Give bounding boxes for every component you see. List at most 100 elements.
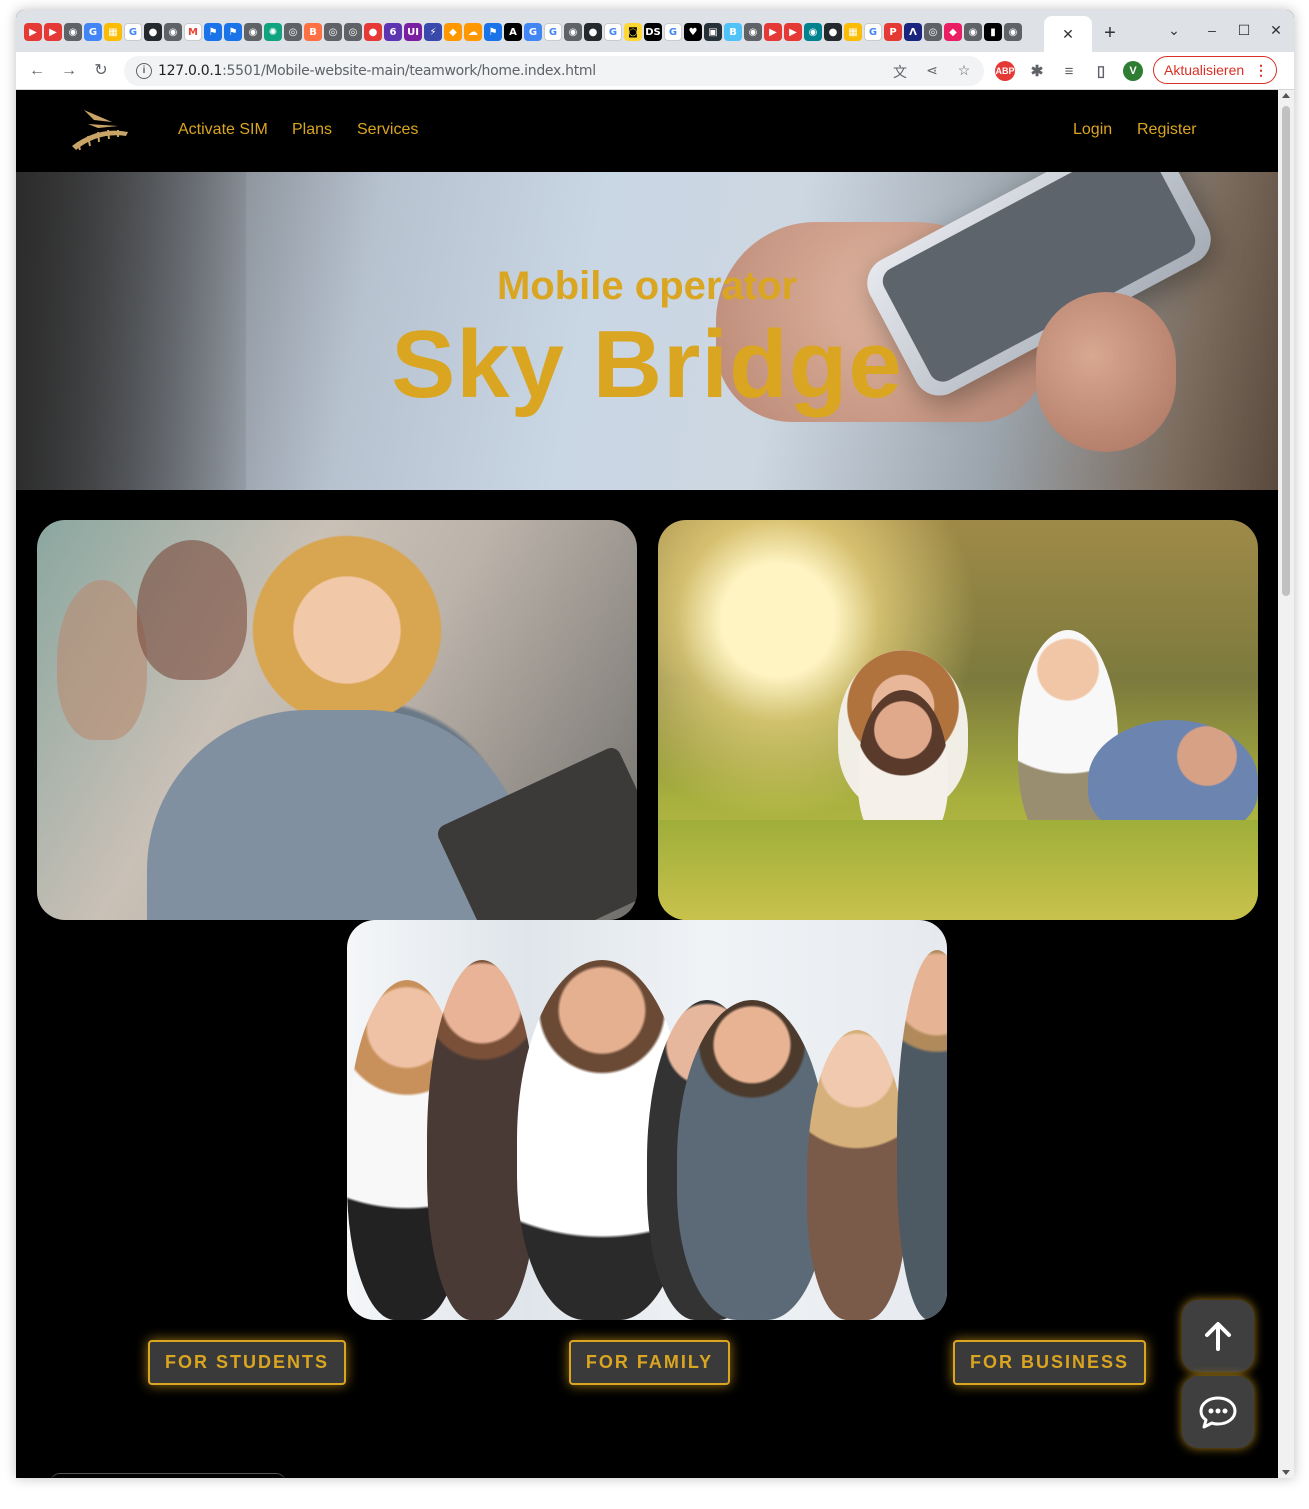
maximize-icon[interactable]: ☐ — [1232, 22, 1256, 39]
ui-icon[interactable]: UI — [404, 23, 422, 41]
tab-strip: ▶ ▶ ◉ G ▦ G ● ◉ M ⚑ ⚑ ◉ ✺ ◎ B ◎ ◎ ● 6 UI… — [16, 10, 1294, 52]
for-students-button[interactable]: FOR STUDENTS — [148, 1340, 346, 1385]
browser-toolbar: ← → ↻ i 127.0.0.1:5501/Mobile-website-ma… — [16, 52, 1294, 90]
site-info-icon[interactable]: i — [136, 63, 152, 79]
globe-icon[interactable]: ◉ — [744, 23, 762, 41]
youtube-icon[interactable]: ▶ — [44, 23, 62, 41]
side-panel-icon[interactable]: ▯ — [1091, 61, 1111, 81]
minimize-icon[interactable]: – — [1200, 22, 1224, 38]
page-scrollbar[interactable] — [1278, 90, 1294, 1478]
youtube-icon[interactable]: ▶ — [784, 23, 802, 41]
next-section-edge — [50, 1473, 286, 1478]
reading-list-icon[interactable]: ≡ — [1059, 61, 1079, 81]
back-icon[interactable]: ← — [26, 60, 48, 82]
app-icon[interactable]: B — [304, 23, 322, 41]
ds-icon[interactable]: DS — [644, 23, 662, 41]
app-icon[interactable]: ♥ — [684, 23, 702, 41]
google-icon[interactable]: G — [544, 23, 562, 41]
chrome-icon[interactable]: ◎ — [324, 23, 342, 41]
page-viewport: Activate SIM Plans Services Login Regist… — [16, 90, 1278, 1478]
scroll-down-icon[interactable] — [1282, 1470, 1290, 1475]
flag-icon[interactable]: ⚑ — [204, 23, 222, 41]
hero-title: Sky Bridge — [391, 311, 903, 418]
globe-icon[interactable]: ◉ — [1004, 23, 1022, 41]
youtube-icon[interactable]: ▶ — [764, 23, 782, 41]
app-icon[interactable]: A — [504, 23, 522, 41]
youtube-icon[interactable]: ▶ — [24, 23, 42, 41]
app-icon[interactable]: ◉ — [804, 23, 822, 41]
scroll-to-top-button[interactable] — [1182, 1300, 1254, 1372]
for-business-button[interactable]: FOR BUSINESS — [953, 1340, 1146, 1385]
app-icon[interactable]: ▣ — [704, 23, 722, 41]
update-button-label: Aktualisieren — [1164, 62, 1245, 78]
globe-icon[interactable]: ◉ — [64, 23, 82, 41]
github-icon[interactable]: ● — [824, 23, 842, 41]
app-icon[interactable]: ▮ — [984, 23, 1002, 41]
url-host: 127.0.0.1 — [158, 63, 223, 79]
github-icon[interactable]: ● — [144, 23, 162, 41]
url-text[interactable]: 127.0.0.1:5501/Mobile-website-main/teamw… — [158, 63, 596, 79]
translate-icon[interactable]: G — [524, 23, 542, 41]
new-tab-button[interactable]: + — [1098, 22, 1122, 46]
adblock-icon[interactable]: ABP — [995, 61, 1015, 81]
profile-avatar[interactable]: V — [1123, 61, 1143, 81]
extensions-icon[interactable]: ✱ — [1027, 61, 1047, 81]
chat-button[interactable] — [1182, 1376, 1254, 1448]
google-icon[interactable]: G — [604, 23, 622, 41]
google-icon[interactable]: G — [664, 23, 682, 41]
scroll-up-icon[interactable] — [1282, 93, 1290, 98]
active-tab[interactable]: ✕ — [1044, 16, 1092, 52]
github-icon[interactable]: ● — [584, 23, 602, 41]
family-image[interactable] — [658, 520, 1258, 920]
app-icon[interactable]: 6 — [384, 23, 402, 41]
nav-services[interactable]: Services — [357, 121, 418, 139]
chrome-icon[interactable]: ◎ — [344, 23, 362, 41]
app-icon[interactable]: ◆ — [444, 23, 462, 41]
chrome-icon[interactable]: ◎ — [924, 23, 942, 41]
apps-icon[interactable]: ▦ — [844, 23, 862, 41]
students-image[interactable] — [37, 520, 637, 920]
reload-icon[interactable]: ↻ — [90, 60, 112, 82]
pinned-tabs: ▶ ▶ ◉ G ▦ G ● ◉ M ⚑ ⚑ ◉ ✺ ◎ B ◎ ◎ ● 6 UI… — [24, 23, 1022, 41]
globe-icon[interactable]: ◉ — [244, 23, 262, 41]
app-icon[interactable]: ● — [364, 23, 382, 41]
app-icon[interactable]: Λ — [904, 23, 922, 41]
app-icon[interactable]: P — [884, 23, 902, 41]
nav-login[interactable]: Login — [1073, 121, 1112, 139]
flag-icon[interactable]: ⚑ — [484, 23, 502, 41]
app-icon[interactable]: ◆ — [944, 23, 962, 41]
app-icon[interactable]: ◙ — [624, 23, 642, 41]
google-icon[interactable]: G — [864, 23, 882, 41]
translate-icon[interactable]: G — [84, 23, 102, 41]
app-icon[interactable]: ⚡ — [424, 23, 442, 41]
site-navbar: Activate SIM Plans Services Login Regist… — [16, 90, 1278, 172]
app-icon[interactable]: B — [724, 23, 742, 41]
nav-register[interactable]: Register — [1137, 121, 1197, 139]
share-icon[interactable]: ⋖ — [922, 62, 942, 79]
nav-plans[interactable]: Plans — [292, 121, 332, 139]
update-button[interactable]: Aktualisieren ⋮ — [1153, 56, 1277, 84]
for-family-button[interactable]: FOR FAMILY — [569, 1340, 730, 1385]
globe-icon[interactable]: ◉ — [164, 23, 182, 41]
sky-bridge-logo-icon[interactable] — [68, 106, 132, 154]
menu-dots-icon[interactable]: ⋮ — [1254, 57, 1268, 83]
translate-icon[interactable]: 文 — [890, 62, 910, 82]
tab-close-icon[interactable]: ✕ — [1062, 26, 1074, 43]
google-icon[interactable]: G — [124, 23, 142, 41]
chatgpt-icon[interactable]: ✺ — [264, 23, 282, 41]
flag-icon[interactable]: ⚑ — [224, 23, 242, 41]
close-window-icon[interactable]: ✕ — [1264, 22, 1288, 39]
apps-icon[interactable]: ▦ — [104, 23, 122, 41]
cloud-icon[interactable]: ☁ — [464, 23, 482, 41]
forward-icon[interactable]: → — [58, 60, 80, 82]
nav-activate-sim[interactable]: Activate SIM — [178, 121, 268, 139]
bookmark-star-icon[interactable]: ☆ — [954, 62, 974, 79]
scrollbar-thumb[interactable] — [1282, 106, 1290, 596]
gmail-icon[interactable]: M — [184, 23, 202, 41]
business-image[interactable] — [347, 920, 947, 1320]
globe-icon[interactable]: ◉ — [564, 23, 582, 41]
globe-icon[interactable]: ◉ — [964, 23, 982, 41]
tab-search-icon[interactable]: ⌄ — [1162, 22, 1186, 39]
chrome-icon[interactable]: ◎ — [284, 23, 302, 41]
address-bar[interactable]: i 127.0.0.1:5501/Mobile-website-main/tea… — [124, 56, 984, 86]
